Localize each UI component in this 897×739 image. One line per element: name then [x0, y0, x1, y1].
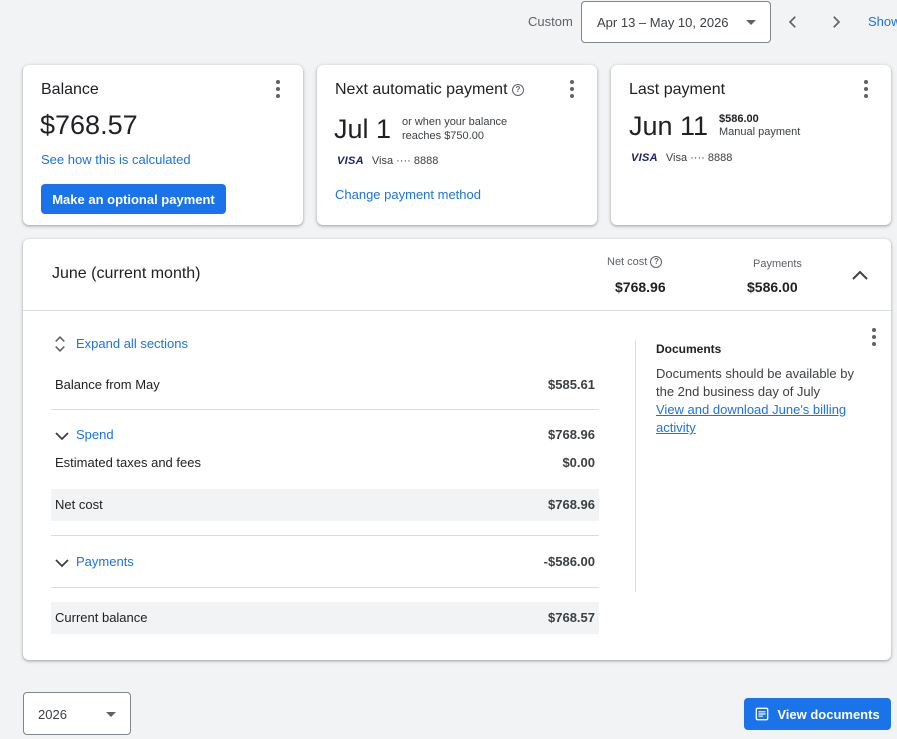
chevron-left-icon: [788, 16, 796, 28]
more-vert-icon: [872, 328, 876, 332]
monthly-summary-card: June (current month) Net cost ? $768.96 …: [23, 239, 891, 660]
view-documents-label: View documents: [777, 706, 880, 722]
net-cost-header-label: Net cost ?: [607, 256, 663, 269]
net-cost-row: Net cost $768.96: [51, 489, 599, 521]
last-payment-amount: $586.00: [719, 113, 759, 125]
last-payment-method: Manual payment: [719, 126, 801, 138]
current-balance-row: Current balance $768.57: [51, 602, 599, 634]
show-link[interactable]: Show: [868, 14, 897, 29]
help-icon[interactable]: ?: [650, 256, 663, 269]
net-cost-header-value: $768.96: [615, 279, 666, 295]
row-amount: $585.61: [548, 377, 595, 392]
documents-text: Documents should be available by the 2nd…: [656, 366, 855, 399]
balance-card: Balance $768.57 See how this is calculat…: [23, 65, 303, 225]
last-payment-card-info: VISA Visa ···· 8888: [629, 152, 732, 164]
date-range-select[interactable]: Apr 13 – May 10, 2026: [581, 1, 771, 43]
next-payment-more-menu[interactable]: [562, 77, 582, 101]
next-payment-card: Next automatic payment ? Jul 1 or when y…: [317, 65, 597, 225]
download-billing-link[interactable]: View and download June's billing activit…: [656, 401, 861, 437]
row-amount: $768.96: [548, 497, 595, 512]
next-payment-note-1: or when your balance: [402, 116, 508, 128]
row-label: Balance from May: [55, 377, 160, 392]
visa-logo-icon: VISA: [631, 152, 658, 164]
date-range-value: Apr 13 – May 10, 2026: [597, 15, 729, 30]
make-payment-label: Make an optional payment: [52, 191, 215, 207]
next-payment-card-info: VISA Visa ···· 8888: [335, 155, 438, 167]
card-number: Visa ···· 8888: [665, 152, 733, 164]
next-period-button[interactable]: [824, 10, 848, 34]
balance-from-may-row: Balance from May $585.61: [51, 369, 599, 401]
more-vert-icon: [276, 80, 280, 84]
previous-period-button[interactable]: [781, 10, 805, 34]
documents-title: Documents: [656, 342, 722, 356]
range-type-label: Custom: [528, 14, 573, 29]
last-payment-card: Last payment Jun 11 $586.00 Manual payme…: [611, 65, 891, 225]
more-vert-icon: [570, 80, 574, 84]
how-calculated-link[interactable]: See how this is calculated: [41, 152, 191, 167]
collapse-button[interactable]: [848, 263, 872, 287]
help-icon[interactable]: ?: [511, 83, 524, 96]
chevron-down-icon: [55, 559, 69, 568]
balance-more-menu[interactable]: [268, 77, 288, 101]
row-amount: $768.96: [548, 427, 595, 442]
spend-label[interactable]: Spend: [76, 427, 114, 442]
payments-header-value: $586.00: [747, 279, 798, 295]
header-divider: [23, 310, 891, 311]
row-amount: -$586.00: [543, 554, 595, 569]
last-payment-more-menu[interactable]: [856, 77, 876, 101]
change-payment-method-link[interactable]: Change payment method: [335, 187, 481, 202]
more-vert-icon: [864, 80, 868, 84]
taxes-row: Estimated taxes and fees $0.00: [51, 447, 599, 479]
row-label: Current balance: [55, 610, 148, 625]
documents-more-menu[interactable]: [864, 325, 884, 349]
month-title: June (current month): [52, 265, 201, 282]
row-label: Estimated taxes and fees: [55, 455, 201, 470]
card-number: Visa ···· 8888: [371, 155, 439, 167]
documents-divider: [635, 340, 636, 592]
expand-all-label: Expand all sections: [76, 336, 189, 351]
row-divider: [51, 535, 599, 536]
row-divider: [51, 409, 599, 410]
next-payment-note-2: reaches $750.00: [402, 130, 484, 142]
chevron-down-icon: [55, 432, 69, 441]
chevron-up-icon: [852, 270, 868, 280]
balance-title: Balance: [41, 81, 99, 98]
row-amount: $768.57: [548, 610, 595, 625]
unfold-more-icon: [55, 336, 65, 352]
row-label: Net cost: [55, 497, 103, 512]
next-payment-title: Next automatic payment ?: [335, 81, 524, 99]
payments-row[interactable]: Payments -$586.00: [51, 546, 599, 578]
payments-label[interactable]: Payments: [76, 554, 134, 569]
make-payment-button[interactable]: Make an optional payment: [41, 184, 226, 214]
chevron-right-icon: [833, 16, 841, 28]
row-amount: $0.00: [562, 455, 595, 470]
document-list-icon: [755, 707, 769, 721]
caret-down-icon: [746, 20, 756, 25]
row-divider: [51, 587, 599, 588]
last-payment-title: Last payment: [629, 81, 726, 98]
date-toolbar: Custom Apr 13 – May 10, 2026 Show: [0, 0, 897, 44]
caret-down-icon: [106, 712, 116, 717]
next-payment-date: Jul 1: [334, 114, 392, 144]
balance-amount: $768.57: [40, 110, 138, 140]
view-documents-button[interactable]: View documents: [744, 698, 891, 730]
year-value: 2026: [38, 707, 67, 722]
last-payment-date: Jun 11: [629, 111, 709, 141]
payments-header-label: Payments: [753, 258, 802, 270]
visa-logo-icon: VISA: [337, 155, 364, 167]
year-select[interactable]: 2026: [23, 692, 131, 735]
